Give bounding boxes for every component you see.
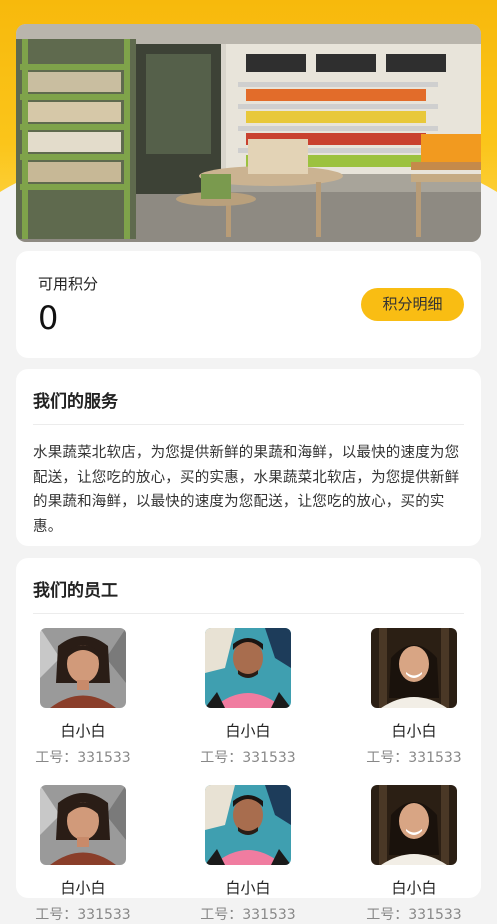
staff-avatar xyxy=(205,628,291,708)
staff-card: 我们的员工 白小白 工号：331533 白小白 工号：331533 白小白 工号… xyxy=(16,558,481,923)
staff-id: 工号：331533 xyxy=(200,907,296,923)
services-divider xyxy=(33,424,464,425)
staff-id: 工号：331533 xyxy=(200,750,296,766)
staff-member[interactable]: 白小白 工号：331533 xyxy=(188,628,308,767)
staff-id: 工号：331533 xyxy=(366,907,462,923)
staff-member[interactable]: 白小白 工号：331533 xyxy=(23,785,143,924)
staff-name: 白小白 xyxy=(391,722,437,740)
staff-id: 工号：331533 xyxy=(35,750,131,766)
staff-avatar xyxy=(40,785,126,865)
staff-avatar xyxy=(40,628,126,708)
staff-id: 工号：331533 xyxy=(35,907,131,923)
staff-id: 工号：331533 xyxy=(366,750,462,766)
services-title: 我们的服务 xyxy=(33,392,118,412)
staff-name: 白小白 xyxy=(225,722,271,740)
available-points-value: 0 xyxy=(38,299,59,337)
staff-avatar xyxy=(205,785,291,865)
staff-avatar xyxy=(371,785,457,865)
staff-member[interactable]: 白小白 工号：331533 xyxy=(188,785,308,924)
staff-member[interactable]: 白小白 工号：331533 xyxy=(354,785,474,924)
staff-divider xyxy=(33,613,464,614)
points-card: 可用积分 0 积分明细 xyxy=(16,251,481,358)
staff-name: 白小白 xyxy=(391,879,437,897)
staff-member[interactable]: 白小白 工号：331533 xyxy=(23,628,143,767)
staff-title: 我们的员工 xyxy=(33,581,118,601)
staff-avatar xyxy=(371,628,457,708)
staff-member[interactable]: 白小白 工号：331533 xyxy=(354,628,474,767)
points-detail-button[interactable]: 积分明细 xyxy=(361,288,464,321)
staff-name: 白小白 xyxy=(225,879,271,897)
services-card: 我们的服务 水果蔬菜北软店，为您提供新鲜的果蔬和海鲜，以最快的速度为您配送，让您… xyxy=(16,369,481,546)
staff-name: 白小白 xyxy=(60,879,106,897)
staff-name: 白小白 xyxy=(60,722,106,740)
available-points-label: 可用积分 xyxy=(38,275,99,293)
services-description: 水果蔬菜北软店，为您提供新鲜的果蔬和海鲜，以最快的速度为您配送，让您吃的放心，买… xyxy=(33,445,460,535)
store-banner-image xyxy=(16,24,481,242)
